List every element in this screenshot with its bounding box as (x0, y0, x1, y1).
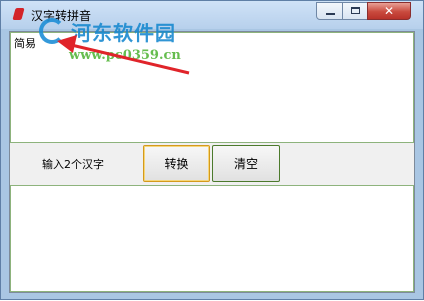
clear-button[interactable]: 清空 (212, 145, 280, 182)
watermark-text: 河东软件园 (71, 21, 176, 45)
input-hint-label: 输入2个汉字 (42, 158, 104, 171)
maximize-icon (351, 7, 360, 14)
close-icon: ✕ (383, 4, 395, 18)
title-bar[interactable]: 汉字转拼音 ✕ (1, 1, 423, 29)
client-area: 简易 输入2个汉字 转换 清空 (9, 31, 415, 293)
minimize-icon (326, 13, 335, 15)
input-value: 简易 (14, 37, 36, 50)
minimize-button[interactable] (316, 2, 343, 20)
convert-button[interactable]: 转换 (143, 145, 210, 182)
watermark-logo-icon (39, 18, 65, 44)
watermark-url: www.pc0359.cn (69, 48, 181, 63)
maximize-button[interactable] (342, 2, 368, 20)
app-window: 汉字转拼音 ✕ 简易 输入2个汉字 转换 清空 河东软件园 www.pc0359… (0, 0, 424, 300)
app-icon[interactable] (11, 7, 27, 23)
close-button[interactable]: ✕ (367, 2, 411, 20)
output-textbox[interactable] (10, 185, 414, 292)
